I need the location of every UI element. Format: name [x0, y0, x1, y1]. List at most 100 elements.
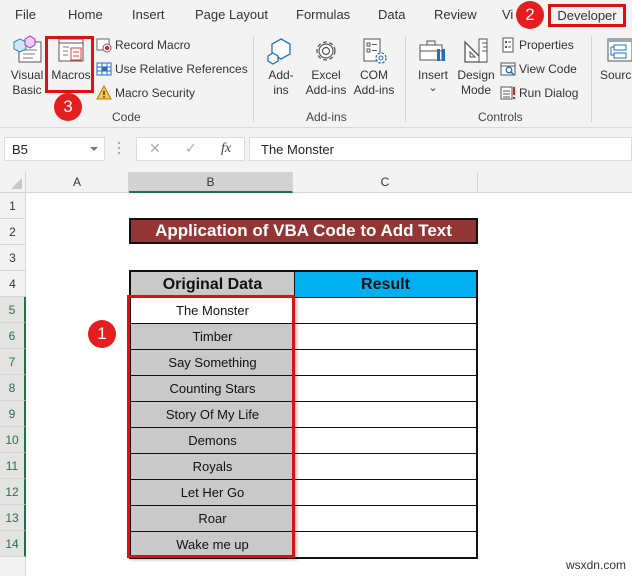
add-ins-button[interactable]: Add- ins: [264, 36, 298, 98]
run-dialog-icon: [500, 86, 515, 100]
row-header-7[interactable]: 7: [0, 349, 26, 375]
com-add-ins-icon: [363, 38, 387, 64]
row-header-10[interactable]: 10: [0, 427, 26, 453]
row-header-12[interactable]: 12: [0, 479, 26, 505]
formula-bar: B5 ✕ ✓ fx The Monster: [0, 128, 632, 172]
watermark: wsxdn.com: [565, 558, 626, 572]
use-relative-references-label: Use Relative References: [115, 62, 248, 76]
macro-security-label: Macro Security: [115, 86, 196, 100]
add-ins-label-1: Add-: [268, 68, 294, 82]
result-cell[interactable]: [295, 454, 476, 479]
design-mode-button[interactable]: Design Mode: [456, 36, 496, 98]
header-original-data[interactable]: Original Data: [131, 272, 295, 297]
excel-add-ins-button[interactable]: Excel Add-ins: [302, 36, 350, 98]
select-all-button[interactable]: [0, 172, 26, 193]
source-button[interactable]: Sourc: [600, 36, 632, 83]
worksheet-grid: A B C 1 2 3 4 5 6 7 8 9 10 11 12 13 14 A…: [0, 172, 632, 576]
cancel-icon[interactable]: ✕: [149, 140, 161, 157]
name-box-dropdown-icon[interactable]: [90, 147, 98, 151]
tab-view[interactable]: Vi: [502, 7, 513, 22]
result-cell[interactable]: [295, 324, 476, 349]
com-add-ins-button[interactable]: COM Add-ins: [351, 36, 397, 98]
insert-function-icon[interactable]: fx: [221, 141, 231, 157]
row-header-9[interactable]: 9: [0, 401, 26, 427]
sheet-title[interactable]: Application of VBA Code to Add Text: [129, 218, 478, 244]
row-header-filler: [0, 557, 26, 576]
row-header-14[interactable]: 14: [0, 531, 26, 557]
group-separator: [253, 36, 254, 122]
result-cell[interactable]: [295, 298, 476, 323]
column-header-a[interactable]: A: [26, 172, 129, 193]
row-header-11[interactable]: 11: [0, 453, 26, 479]
tab-home[interactable]: Home: [68, 7, 103, 22]
column-header-b[interactable]: B: [129, 172, 293, 193]
chevron-down-icon: ⌄: [428, 82, 438, 94]
insert-control-label: Insert: [417, 68, 448, 82]
view-code-button[interactable]: View Code: [500, 61, 577, 77]
tab-insert[interactable]: Insert: [132, 7, 165, 22]
tab-developer[interactable]: Developer: [548, 4, 626, 27]
step-badge-1: 1: [88, 320, 116, 348]
row-header-8[interactable]: 8: [0, 375, 26, 401]
add-ins-group-label: Add-ins: [306, 110, 347, 124]
tab-formulas[interactable]: Formulas: [296, 7, 350, 22]
insert-control-button[interactable]: Insert ⌄: [414, 36, 452, 94]
result-cell[interactable]: [295, 532, 476, 557]
com-add-ins-label-1: COM: [360, 68, 388, 82]
row-header-6[interactable]: 6: [0, 323, 26, 349]
row-header-13[interactable]: 13: [0, 505, 26, 531]
macros-highlight-box: [45, 36, 94, 93]
tab-file[interactable]: File: [15, 7, 36, 22]
result-cell[interactable]: [295, 428, 476, 453]
controls-group-label: Controls: [478, 110, 523, 124]
source-label: Sourc: [600, 68, 632, 82]
ribbon-tab-bar: File Home Insert Page Layout Formulas Da…: [0, 0, 632, 30]
row-header-1[interactable]: 1: [0, 193, 26, 219]
result-cell[interactable]: [295, 506, 476, 531]
formula-bar-resize-handle[interactable]: [118, 142, 121, 156]
excel-add-ins-label-2: Add-ins: [305, 83, 347, 97]
formula-input[interactable]: The Monster: [249, 137, 632, 161]
column-header-d[interactable]: [478, 172, 632, 193]
row-header-2[interactable]: 2: [0, 219, 26, 245]
run-dialog-label: Run Dialog: [519, 86, 579, 100]
row-header-3[interactable]: 3: [0, 245, 26, 271]
result-cell[interactable]: [295, 480, 476, 505]
developer-ribbon: Visual Basic Macros 3 Record Macro Use R…: [0, 30, 632, 128]
tab-review[interactable]: Review: [434, 7, 477, 22]
visual-basic-label-2: Basic: [12, 83, 42, 97]
result-cell[interactable]: [295, 402, 476, 427]
result-cell[interactable]: [295, 350, 476, 375]
name-box[interactable]: B5: [4, 137, 105, 161]
add-ins-label-2: ins: [273, 83, 289, 97]
result-cell[interactable]: [295, 376, 476, 401]
record-macro-button[interactable]: Record Macro: [96, 37, 190, 53]
design-mode-label-2: Mode: [460, 83, 492, 97]
design-mode-icon: [464, 38, 488, 63]
header-result[interactable]: Result: [295, 272, 476, 297]
view-code-label: View Code: [519, 62, 577, 76]
tab-page-layout[interactable]: Page Layout: [195, 7, 268, 22]
add-ins-icon: [267, 38, 291, 65]
visual-basic-button[interactable]: Visual Basic: [6, 34, 48, 98]
record-macro-icon: [96, 38, 112, 53]
toolbox-icon: [419, 40, 445, 61]
row-header-5[interactable]: 5: [0, 297, 26, 323]
run-dialog-button[interactable]: Run Dialog: [500, 85, 578, 101]
properties-button[interactable]: Properties: [500, 37, 574, 53]
use-relative-references-button[interactable]: Use Relative References: [96, 61, 248, 77]
step-badge-3: 3: [54, 93, 82, 121]
relative-references-icon: [96, 62, 112, 76]
macro-security-button[interactable]: Macro Security: [96, 85, 195, 101]
tab-data[interactable]: Data: [378, 7, 405, 22]
row-header-4[interactable]: 4: [0, 271, 26, 297]
code-group-label: Code: [112, 110, 141, 124]
visual-basic-label-1: Visual: [10, 68, 44, 82]
formula-buttons: ✕ ✓ fx: [136, 137, 245, 161]
selection-highlight-box: [127, 295, 295, 558]
enter-icon[interactable]: ✓: [185, 140, 197, 157]
visual-basic-icon: [13, 35, 42, 63]
column-header-c[interactable]: C: [293, 172, 478, 193]
record-macro-label: Record Macro: [115, 38, 191, 52]
step-badge-2: 2: [516, 1, 544, 29]
